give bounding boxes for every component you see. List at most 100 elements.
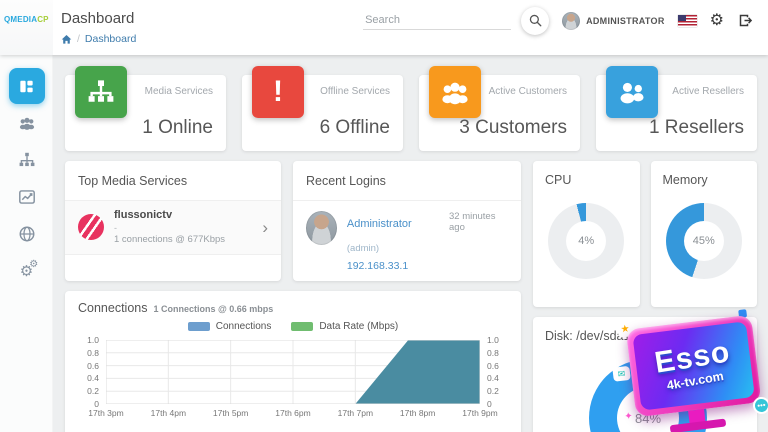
stat-value: 6 Offline bbox=[320, 117, 390, 139]
globe-icon bbox=[18, 225, 36, 243]
memory-percent: 45% bbox=[693, 235, 715, 247]
logout-button[interactable] bbox=[737, 12, 754, 29]
x-tick: 17th 7pm bbox=[338, 408, 373, 418]
user-avatar bbox=[562, 12, 580, 30]
stat-label: Active Customers bbox=[489, 86, 567, 97]
connections-chart: Connections Data Rate (Mbps) 1.0 0.8 0. bbox=[78, 321, 508, 420]
chart-legend: Connections Data Rate (Mbps) bbox=[106, 321, 480, 332]
stat-card-active-resellers: Active Resellers 1 Resellers bbox=[596, 75, 757, 151]
logout-icon bbox=[737, 12, 754, 29]
sidebar-nav: ⚙⚙ bbox=[0, 55, 53, 432]
users-group-icon bbox=[429, 66, 481, 118]
two-users-icon bbox=[606, 66, 658, 118]
login-time: 32 minutes ago bbox=[449, 211, 508, 275]
login-row: Administrator (admin) 192.168.33.1 32 mi… bbox=[293, 200, 521, 275]
login-avatar bbox=[306, 211, 337, 245]
connections-header: Connections 1 Connections @ 0.66 mbps bbox=[78, 301, 508, 315]
dashboard-screen: QMEDIACP Dashboard / Dashboard bbox=[0, 0, 768, 432]
panel-title: CPU bbox=[545, 173, 628, 187]
login-user-link[interactable]: Administrator bbox=[347, 218, 412, 230]
x-tick: 17th 3pm bbox=[88, 408, 123, 418]
panel-title: Top Media Services bbox=[65, 174, 281, 188]
stat-label: Offline Services bbox=[320, 86, 390, 97]
y-tick: 0.4 bbox=[480, 373, 499, 383]
plot-area: 1.0 0.8 0.6 0.4 0.2 0 1.0 0.8 0.6 0.4 0.… bbox=[106, 340, 480, 404]
stat-label: Media Services bbox=[145, 86, 213, 97]
sitemap-icon bbox=[18, 151, 36, 169]
search-icon bbox=[528, 13, 543, 28]
panels-row: Top Media Services flussonictv - 1 conne… bbox=[65, 161, 521, 281]
x-tick: 17th 6pm bbox=[275, 408, 310, 418]
search-area bbox=[363, 7, 549, 35]
stat-label: Active Resellers bbox=[672, 86, 744, 97]
sidebar-item-services[interactable] bbox=[9, 142, 45, 178]
y-tick: 0.8 bbox=[480, 348, 499, 358]
memory-donut-chart: 45% bbox=[666, 203, 742, 279]
legend-item-connections: Connections bbox=[188, 321, 272, 332]
breadcrumb-separator: / bbox=[77, 33, 80, 45]
gear-icon: ⚙ bbox=[710, 13, 724, 29]
search-input[interactable] bbox=[363, 11, 511, 30]
legend-item-data-rate: Data Rate (Mbps) bbox=[291, 321, 398, 332]
flussonic-logo bbox=[78, 214, 104, 240]
cpu-panel: CPU 4% bbox=[533, 161, 640, 307]
y-tick: 0.4 bbox=[87, 373, 106, 383]
x-tick: 17th 9pm bbox=[462, 408, 497, 418]
user-menu[interactable]: ADMINISTRATOR bbox=[562, 12, 665, 30]
disk-panel: Disk: /dev/sda1 84% bbox=[533, 317, 757, 432]
recent-logins-panel: Recent Logins Administrator (admin) 192.… bbox=[293, 161, 521, 281]
right-column: CPU 4% Memory 45% Disk: /dev/sda1 bbox=[533, 161, 757, 432]
x-axis-labels: 17th 3pm 17th 4pm 17th 5pm 17th 6pm 17th… bbox=[106, 404, 480, 420]
x-tick: 17th 5pm bbox=[213, 408, 248, 418]
stat-value: 1 Online bbox=[142, 117, 213, 139]
legend-swatch-blue bbox=[188, 322, 210, 331]
y-tick: 0.6 bbox=[480, 361, 499, 371]
connections-panel: Connections 1 Connections @ 0.66 mbps Co… bbox=[65, 291, 521, 432]
y-tick: 1.0 bbox=[480, 335, 499, 345]
user-name: ADMINISTRATOR bbox=[586, 16, 665, 26]
stat-card-offline-services: ! Offline Services 6 Offline bbox=[242, 75, 403, 151]
home-icon[interactable] bbox=[61, 34, 72, 45]
sidebar-item-dashboard[interactable] bbox=[9, 68, 45, 104]
search-button[interactable] bbox=[521, 7, 549, 35]
x-tick: 17th 8pm bbox=[400, 408, 435, 418]
legend-swatch-green bbox=[291, 322, 313, 331]
sitemap-icon bbox=[75, 66, 127, 118]
y-tick: 0.2 bbox=[480, 386, 499, 396]
panel-title: Memory bbox=[663, 173, 746, 187]
settings-button[interactable]: ⚙ bbox=[710, 13, 724, 29]
disk-percent: 84% bbox=[635, 411, 661, 426]
panel-title: Disk: /dev/sda1 bbox=[545, 329, 745, 343]
memory-panel: Memory 45% bbox=[651, 161, 758, 307]
media-service-row[interactable]: flussonictv - 1 connections @ 677Kbps › bbox=[65, 200, 281, 255]
top-bar: QMEDIACP Dashboard / Dashboard bbox=[0, 0, 768, 55]
brand-text: QMEDIACP bbox=[4, 15, 49, 24]
left-column: Top Media Services flussonictv - 1 conne… bbox=[65, 161, 521, 432]
brand-logo[interactable]: QMEDIACP bbox=[0, 0, 53, 55]
sidebar-item-reports[interactable] bbox=[9, 179, 45, 215]
us-flag-icon[interactable] bbox=[678, 15, 697, 27]
panel-title: Recent Logins bbox=[293, 174, 521, 188]
users-group-icon bbox=[18, 114, 36, 132]
login-ip-link[interactable]: 192.168.33.1 bbox=[347, 259, 439, 275]
sidebar-item-network[interactable] bbox=[9, 216, 45, 252]
page-title: Dashboard bbox=[61, 10, 136, 27]
gears-icon: ⚙⚙ bbox=[20, 264, 33, 279]
page-header: Dashboard / Dashboard bbox=[53, 0, 136, 55]
login-info: Administrator (admin) 192.168.33.1 bbox=[347, 211, 439, 275]
stats-row: Media Services 1 Online ! Offline Servic… bbox=[65, 75, 757, 151]
main-content: Media Services 1 Online ! Offline Servic… bbox=[53, 55, 768, 432]
stat-value: 3 Customers bbox=[459, 117, 567, 139]
media-service-name: flussonictv bbox=[114, 209, 225, 223]
breadcrumb: / Dashboard bbox=[61, 33, 136, 45]
top-media-services-panel: Top Media Services flussonictv - 1 conne… bbox=[65, 161, 281, 281]
sidebar-item-users[interactable] bbox=[9, 105, 45, 141]
panel-columns: Top Media Services flussonictv - 1 conne… bbox=[65, 161, 757, 432]
login-role: (admin) bbox=[347, 243, 379, 254]
y-tick: 0.8 bbox=[87, 348, 106, 358]
y-tick: 0.6 bbox=[87, 361, 106, 371]
sidebar-item-settings[interactable]: ⚙⚙ bbox=[9, 253, 45, 289]
breadcrumb-dashboard-link[interactable]: Dashboard bbox=[85, 33, 136, 45]
cpu-donut-chart: 4% bbox=[548, 203, 624, 279]
exclamation-icon: ! bbox=[252, 66, 304, 118]
